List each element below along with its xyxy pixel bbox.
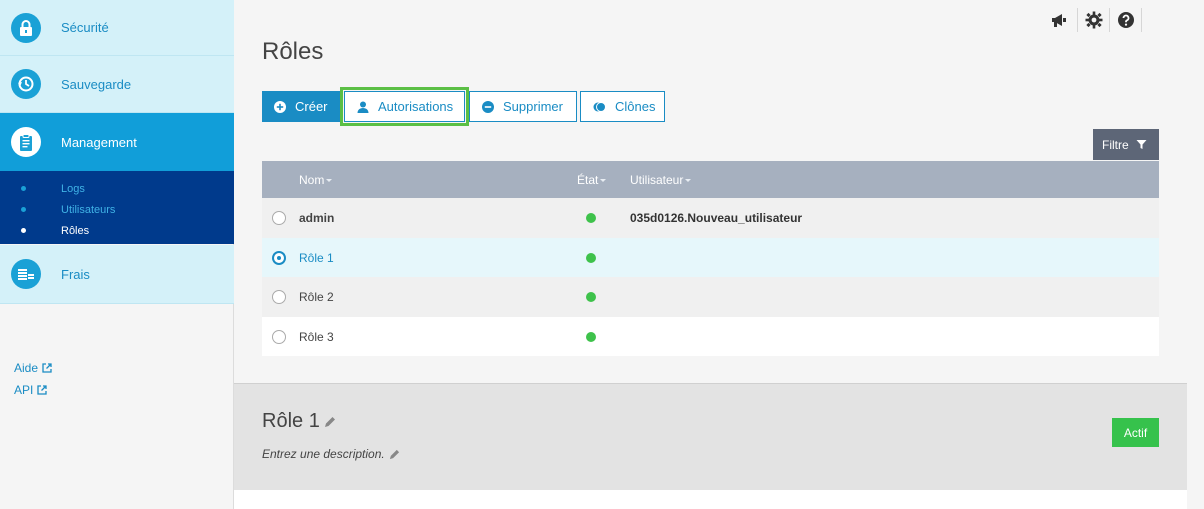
bullet bbox=[21, 207, 26, 212]
nav-label: Management bbox=[61, 134, 137, 150]
subnav-item-logs[interactable]: Logs bbox=[0, 178, 234, 199]
history-icon bbox=[11, 69, 41, 99]
row-radio[interactable] bbox=[272, 250, 286, 265]
content-area bbox=[234, 490, 1187, 509]
status-button[interactable]: Actif bbox=[1112, 418, 1159, 447]
status-dot bbox=[586, 213, 596, 223]
filter-button[interactable]: Filtre bbox=[1093, 129, 1159, 160]
nav-item-sauvegarde[interactable]: Sauvegarde bbox=[0, 56, 234, 113]
sidebar: Sécurité Sauvegarde Management Logs Util… bbox=[0, 0, 234, 509]
sort-caret-icon bbox=[600, 179, 607, 183]
external-link-icon bbox=[42, 363, 52, 373]
gear-icon[interactable] bbox=[1078, 8, 1110, 32]
table-header: Nom État Utilisateur bbox=[262, 161, 1159, 198]
nav-item-frais[interactable]: Frais bbox=[0, 245, 234, 304]
aide-link[interactable]: Aide bbox=[14, 361, 52, 375]
clipboard-icon bbox=[11, 127, 41, 157]
subnav-label: Logs bbox=[61, 182, 85, 195]
subnav-item-roles[interactable]: Rôles bbox=[0, 220, 234, 241]
link-label: Aide bbox=[14, 361, 39, 375]
detail-title: Rôle 1 bbox=[262, 410, 336, 433]
delete-button[interactable]: Supprimer bbox=[469, 91, 577, 122]
detail-description: Entrez une description. bbox=[262, 447, 400, 461]
column-label: État bbox=[577, 173, 599, 187]
status-dot bbox=[586, 292, 596, 302]
roles-table: Nom État Utilisateur admin 035d0126.Nouv… bbox=[262, 161, 1159, 356]
detail-title-text: Rôle 1 bbox=[262, 410, 320, 432]
nav-item-management[interactable]: Management bbox=[0, 113, 234, 171]
button-label: Créer bbox=[295, 99, 328, 114]
column-header-user[interactable]: Utilisateur bbox=[630, 173, 692, 187]
pencil-icon[interactable] bbox=[389, 449, 400, 460]
table-row[interactable]: Rôle 1 bbox=[262, 237, 1159, 277]
button-label: Filtre bbox=[1102, 137, 1129, 152]
column-header-name[interactable]: Nom bbox=[299, 173, 333, 187]
role-name: Rôle 3 bbox=[299, 329, 334, 344]
status-dot bbox=[586, 252, 596, 263]
page-title: Rôles bbox=[262, 38, 324, 65]
role-detail-panel: Rôle 1 Entrez une description. Actif bbox=[234, 383, 1187, 490]
table-row[interactable]: Rôle 2 bbox=[262, 277, 1159, 317]
clones-button[interactable]: Clônes bbox=[580, 91, 665, 122]
bullet bbox=[21, 186, 26, 191]
external-link-icon bbox=[37, 385, 47, 395]
button-label: Clônes bbox=[615, 99, 656, 114]
row-radio[interactable] bbox=[272, 211, 286, 225]
detail-description-text: Entrez une description. bbox=[262, 447, 385, 461]
column-label: Utilisateur bbox=[630, 173, 684, 187]
subnav-label: Utilisateurs bbox=[61, 203, 116, 216]
megaphone-icon[interactable] bbox=[1040, 8, 1078, 32]
role-name: admin bbox=[299, 211, 335, 225]
column-label: Nom bbox=[299, 173, 325, 187]
minus-circle-icon bbox=[482, 100, 494, 113]
table-row[interactable]: Rôle 3 bbox=[262, 316, 1159, 356]
sort-caret-icon bbox=[326, 179, 333, 183]
coins-icon bbox=[11, 259, 41, 289]
nav-label: Frais bbox=[61, 266, 90, 282]
scrollbar-track[interactable] bbox=[1187, 0, 1204, 509]
table-row[interactable]: admin 035d0126.Nouveau_utilisateur bbox=[262, 198, 1159, 238]
create-button[interactable]: Créer bbox=[262, 91, 340, 122]
sort-caret-icon bbox=[685, 179, 692, 183]
link-label: API bbox=[14, 383, 34, 397]
plus-circle-icon bbox=[274, 100, 286, 113]
button-label: Supprimer bbox=[503, 99, 563, 114]
clone-icon bbox=[593, 101, 606, 112]
row-radio[interactable] bbox=[272, 290, 286, 304]
api-link[interactable]: API bbox=[14, 383, 47, 397]
nav-label: Sauvegarde bbox=[61, 76, 132, 92]
status-dot bbox=[586, 331, 596, 342]
subnav-label: Rôles bbox=[61, 224, 90, 237]
permissions-button[interactable]: Autorisations bbox=[340, 87, 469, 126]
subnav-item-utilisateurs[interactable]: Utilisateurs bbox=[0, 199, 234, 220]
header-icons bbox=[1040, 7, 1142, 33]
help-icon[interactable] bbox=[1110, 8, 1142, 32]
role-user: 035d0126.Nouveau_utilisateur bbox=[630, 211, 803, 225]
bullet bbox=[21, 228, 26, 233]
nav-label: Sécurité bbox=[61, 20, 109, 35]
row-radio[interactable] bbox=[272, 329, 286, 344]
filter-icon bbox=[1136, 140, 1147, 149]
column-header-state[interactable]: État bbox=[577, 173, 607, 187]
button-label: Autorisations bbox=[378, 99, 454, 114]
pencil-icon[interactable] bbox=[324, 416, 336, 428]
nav-item-securite[interactable]: Sécurité bbox=[0, 0, 234, 56]
lock-icon bbox=[11, 12, 41, 43]
role-name: Rôle 2 bbox=[299, 290, 334, 304]
role-name: Rôle 1 bbox=[299, 250, 334, 265]
user-icon bbox=[357, 101, 369, 113]
management-subnav: Logs Utilisateurs Rôles bbox=[0, 171, 234, 244]
